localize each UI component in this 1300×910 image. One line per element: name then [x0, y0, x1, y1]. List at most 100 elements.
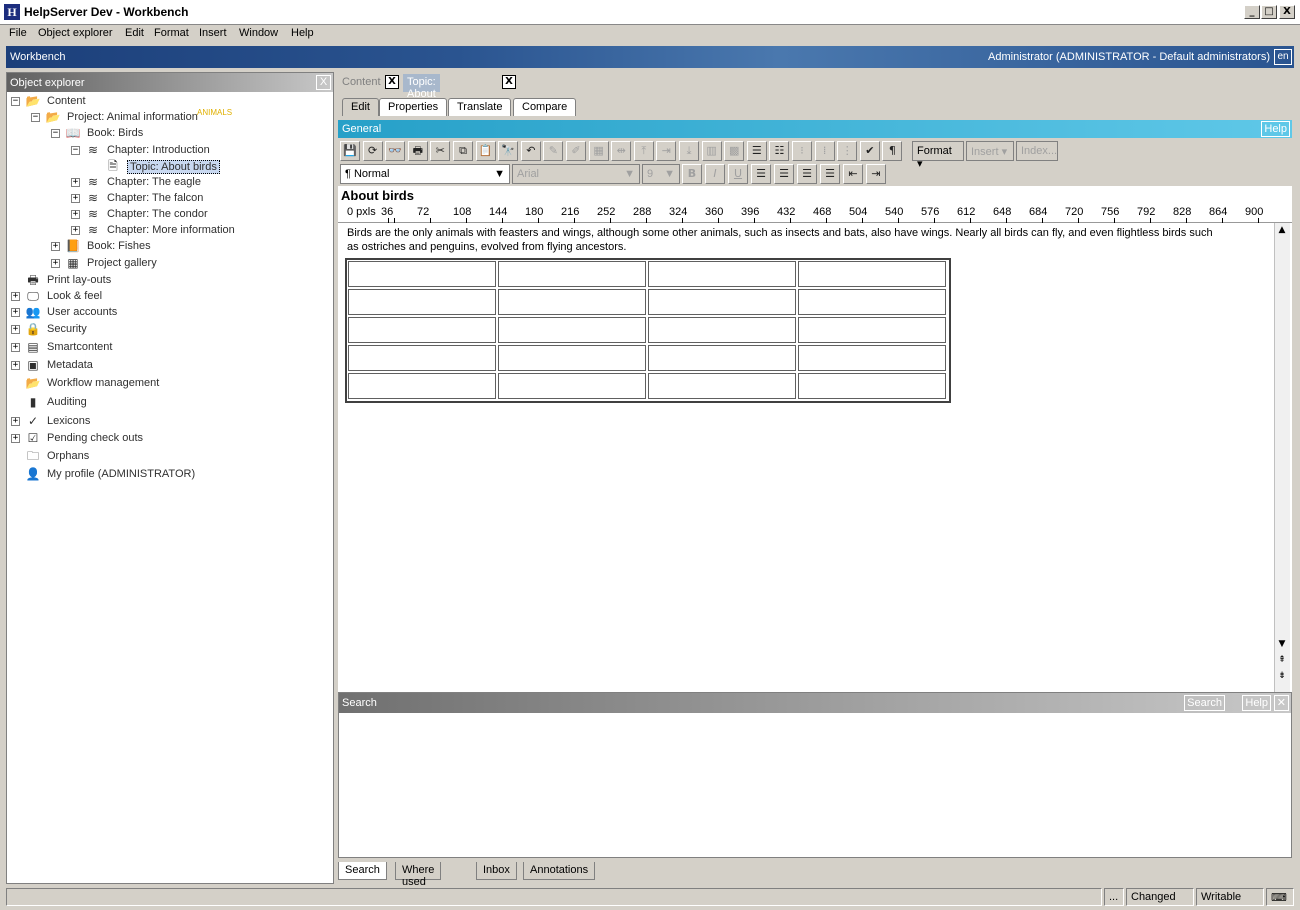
preview-icon[interactable]: 👓 [385, 141, 406, 161]
close-tab-content-button[interactable]: X [385, 75, 399, 89]
copy-icon[interactable]: ⧉ [453, 141, 473, 161]
insert-table-icon[interactable]: ▦ [588, 141, 609, 161]
table-cell[interactable] [648, 289, 796, 315]
merge-cells-icon[interactable]: ▥ [701, 141, 722, 161]
maximize-button[interactable]: □ [1261, 5, 1277, 19]
expand-icon[interactable]: + [11, 434, 20, 443]
tab-search[interactable]: Search [338, 862, 387, 880]
tree-node[interactable]: + 👥 User accounts [7, 305, 333, 321]
tree-node[interactable]: − 📂 Project: Animal information ANIMALS [7, 108, 333, 126]
tree-node[interactable]: + ✓ Lexicons [7, 414, 333, 430]
status-more-button[interactable]: ... [1104, 888, 1124, 906]
search-button[interactable]: Search [1184, 695, 1225, 711]
tab-edit[interactable]: Edit [342, 98, 379, 116]
table-cell[interactable] [348, 317, 496, 343]
cut-icon[interactable]: ✂ [430, 141, 451, 161]
style-brush-icon[interactable]: ✎ [543, 141, 564, 161]
close-explorer-button[interactable]: X [316, 75, 331, 90]
table-cell[interactable] [348, 289, 496, 315]
collapse-icon[interactable]: − [11, 97, 20, 106]
close-search-button[interactable]: ✕ [1273, 695, 1289, 711]
table-cell[interactable] [348, 345, 496, 371]
collapse-icon[interactable]: − [51, 129, 60, 138]
font-size-select[interactable]: 9 ▼ [642, 164, 680, 184]
collapse-icon[interactable]: − [31, 113, 40, 122]
expand-icon[interactable]: + [51, 259, 60, 268]
list-outdent-icon[interactable]: ⋮ [837, 141, 858, 161]
table-props-icon[interactable]: ▩ [724, 141, 745, 161]
table-cell[interactable] [498, 317, 646, 343]
table-cell[interactable] [798, 261, 946, 287]
tree-node[interactable]: + ≋ Chapter: The condor [7, 207, 333, 223]
bullet-list-icon[interactable]: ☷ [769, 141, 790, 161]
insert-menu-button[interactable]: Insert ▾ [966, 141, 1014, 161]
expand-icon[interactable]: + [71, 194, 80, 203]
close-window-button[interactable]: X [1279, 5, 1295, 19]
outdent-icon[interactable]: ⇤ [843, 164, 863, 184]
save-icon[interactable]: 💾 [340, 141, 360, 161]
refresh-icon[interactable]: ⟳ [362, 141, 383, 161]
list-indent-icon[interactable]: ⁞ [814, 141, 835, 161]
document-editor[interactable]: About birds 0 pxls 36 72 108 144 180 216 252 288… [338, 186, 1292, 754]
table-cell[interactable] [648, 373, 796, 399]
tree-node[interactable]: 📂 Workflow management [7, 376, 333, 392]
spellcheck-icon[interactable]: ✔ [859, 141, 880, 161]
tab-inbox[interactable]: Inbox [476, 862, 517, 880]
tree-node[interactable]: + ▣ Metadata [7, 358, 333, 374]
tree-node[interactable]: + ≋ Chapter: More information [7, 223, 333, 239]
expand-icon[interactable]: + [71, 178, 80, 187]
tab-where-used[interactable]: Where used [395, 862, 442, 888]
style-clear-icon[interactable]: ✐ [566, 141, 586, 161]
print-icon[interactable]: 🖶 [407, 141, 428, 161]
align-right-icon[interactable]: ☰ [797, 164, 817, 184]
split-cells-icon[interactable]: ⇹ [611, 141, 632, 161]
list-style-icon[interactable]: ⁝ [792, 141, 812, 161]
table-cell[interactable] [648, 261, 796, 287]
menu-help[interactable]: Help [291, 27, 314, 39]
table-cell[interactable] [648, 345, 796, 371]
general-help-button[interactable]: Help [1261, 121, 1290, 137]
language-button[interactable]: en [1274, 49, 1292, 65]
table-cell[interactable] [498, 289, 646, 315]
paragraph-style-select[interactable]: ¶ Normal ▼ [340, 164, 510, 184]
tree-node[interactable]: + 🖵 Look & feel [7, 289, 333, 305]
paste-icon[interactable]: 📋 [475, 141, 496, 161]
tree-node[interactable]: 🗀 Orphans [7, 449, 333, 465]
tree-node[interactable]: + ▦ Project gallery [7, 256, 333, 272]
expand-icon[interactable]: + [71, 226, 80, 235]
indent-icon[interactable]: ⇥ [866, 164, 886, 184]
expand-icon[interactable]: + [11, 417, 20, 426]
tab-content[interactable]: Content [338, 74, 385, 92]
tree-node[interactable]: + ▤ Smartcontent [7, 340, 333, 356]
undo-icon[interactable]: ↶ [520, 141, 541, 161]
table-cell[interactable] [798, 373, 946, 399]
bold-button[interactable]: B [682, 164, 702, 184]
tab-annotations[interactable]: Annotations [523, 862, 596, 880]
pilcrow-icon[interactable]: ¶ [882, 141, 903, 161]
tree-node[interactable]: − 📂 Content [7, 94, 333, 110]
table-cell[interactable] [798, 289, 946, 315]
expand-icon[interactable]: + [11, 361, 20, 370]
menu-format[interactable]: Format [154, 27, 189, 39]
page-down-icon[interactable]: ⇟ [1275, 669, 1289, 683]
table-cell[interactable] [498, 261, 646, 287]
tab-compare[interactable]: Compare [513, 98, 577, 116]
expand-icon[interactable]: + [11, 308, 20, 317]
vertical-scrollbar[interactable]: ▲ ▼ ⇞ ⇟ [1274, 223, 1290, 733]
tree-node[interactable]: + 🔒 Security [7, 322, 333, 338]
numbered-list-icon[interactable]: ☰ [746, 141, 767, 161]
tree-node[interactable]: 🗎 Topic: About birds [7, 159, 333, 175]
delete-row-icon[interactable]: ⤓ [679, 141, 699, 161]
table-cell[interactable] [798, 317, 946, 343]
expand-icon[interactable]: + [51, 242, 60, 251]
underline-button[interactable]: U [728, 164, 748, 184]
table-cell[interactable] [798, 345, 946, 371]
close-tab-topic-button[interactable]: X [502, 75, 516, 89]
table-cell[interactable] [498, 345, 646, 371]
insert-col-icon[interactable]: ⇥ [656, 141, 677, 161]
document-table[interactable] [345, 258, 951, 403]
table-cell[interactable] [348, 261, 496, 287]
tree-node[interactable]: + 📙 Book: Fishes [7, 239, 333, 255]
tree-node[interactable]: − 📖 Book: Birds [7, 126, 333, 142]
tab-properties[interactable]: Properties [379, 98, 448, 116]
